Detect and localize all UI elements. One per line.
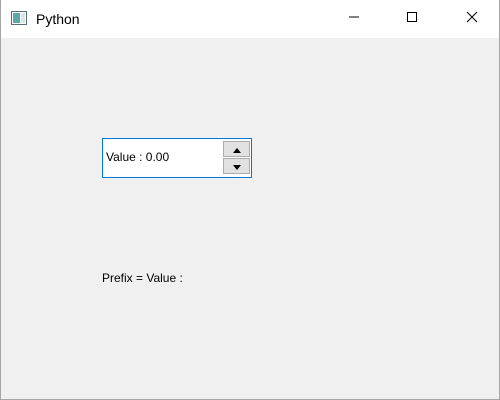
minimize-icon: [348, 10, 360, 28]
arrow-down-icon: [232, 157, 241, 175]
minimize-button[interactable]: [331, 0, 377, 38]
maximize-button[interactable]: [389, 0, 435, 38]
spinbox-value[interactable]: Value : 0.00: [106, 150, 169, 165]
window-title: Python: [36, 11, 80, 27]
title-bar[interactable]: Python: [1, 0, 499, 38]
double-spinbox[interactable]: Value : 0.00: [102, 138, 252, 178]
arrow-up-icon: [232, 140, 241, 158]
maximize-icon: [406, 10, 418, 28]
spin-up-button[interactable]: [223, 141, 250, 157]
close-button[interactable]: [449, 0, 495, 38]
spin-down-button[interactable]: [223, 158, 250, 174]
prefix-label: Prefix = Value :: [102, 271, 183, 285]
client-area: Value : 0.00 Prefix = Value :: [1, 38, 499, 399]
python-window-icon: [11, 11, 27, 25]
application-window: Python Value : 0.00 Prefix = Value:: [0, 0, 500, 400]
close-icon: [466, 10, 478, 28]
